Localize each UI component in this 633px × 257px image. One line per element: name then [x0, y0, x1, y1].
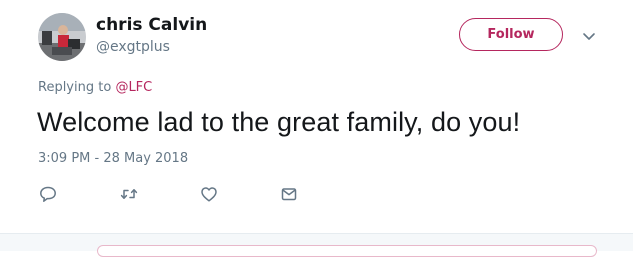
user-name[interactable]: chris Calvin	[96, 15, 207, 35]
avatar-image	[38, 13, 86, 61]
retweet-icon[interactable]	[119, 184, 139, 204]
tweet-text: Welcome lad to the great family, do you!	[37, 107, 521, 137]
avatar[interactable]	[38, 13, 86, 61]
follow-button[interactable]: Follow	[459, 18, 563, 51]
mention-link[interactable]: @LFC	[115, 80, 152, 95]
replying-to-label: Replying to	[38, 80, 112, 95]
like-icon[interactable]	[199, 184, 219, 204]
reply-icon[interactable]	[38, 184, 58, 204]
replying-to: Replying to @LFC	[38, 80, 152, 95]
tweet-timestamp[interactable]: 3:09 PM - 28 May 2018	[38, 151, 188, 166]
direct-message-icon[interactable]	[279, 184, 299, 204]
tweet-card: chris Calvin @exgtplus Follow Replying t…	[0, 0, 633, 233]
chevron-down-icon[interactable]	[580, 29, 598, 43]
user-handle[interactable]: @exgtplus	[96, 39, 170, 55]
reply-input-box[interactable]	[97, 245, 597, 257]
